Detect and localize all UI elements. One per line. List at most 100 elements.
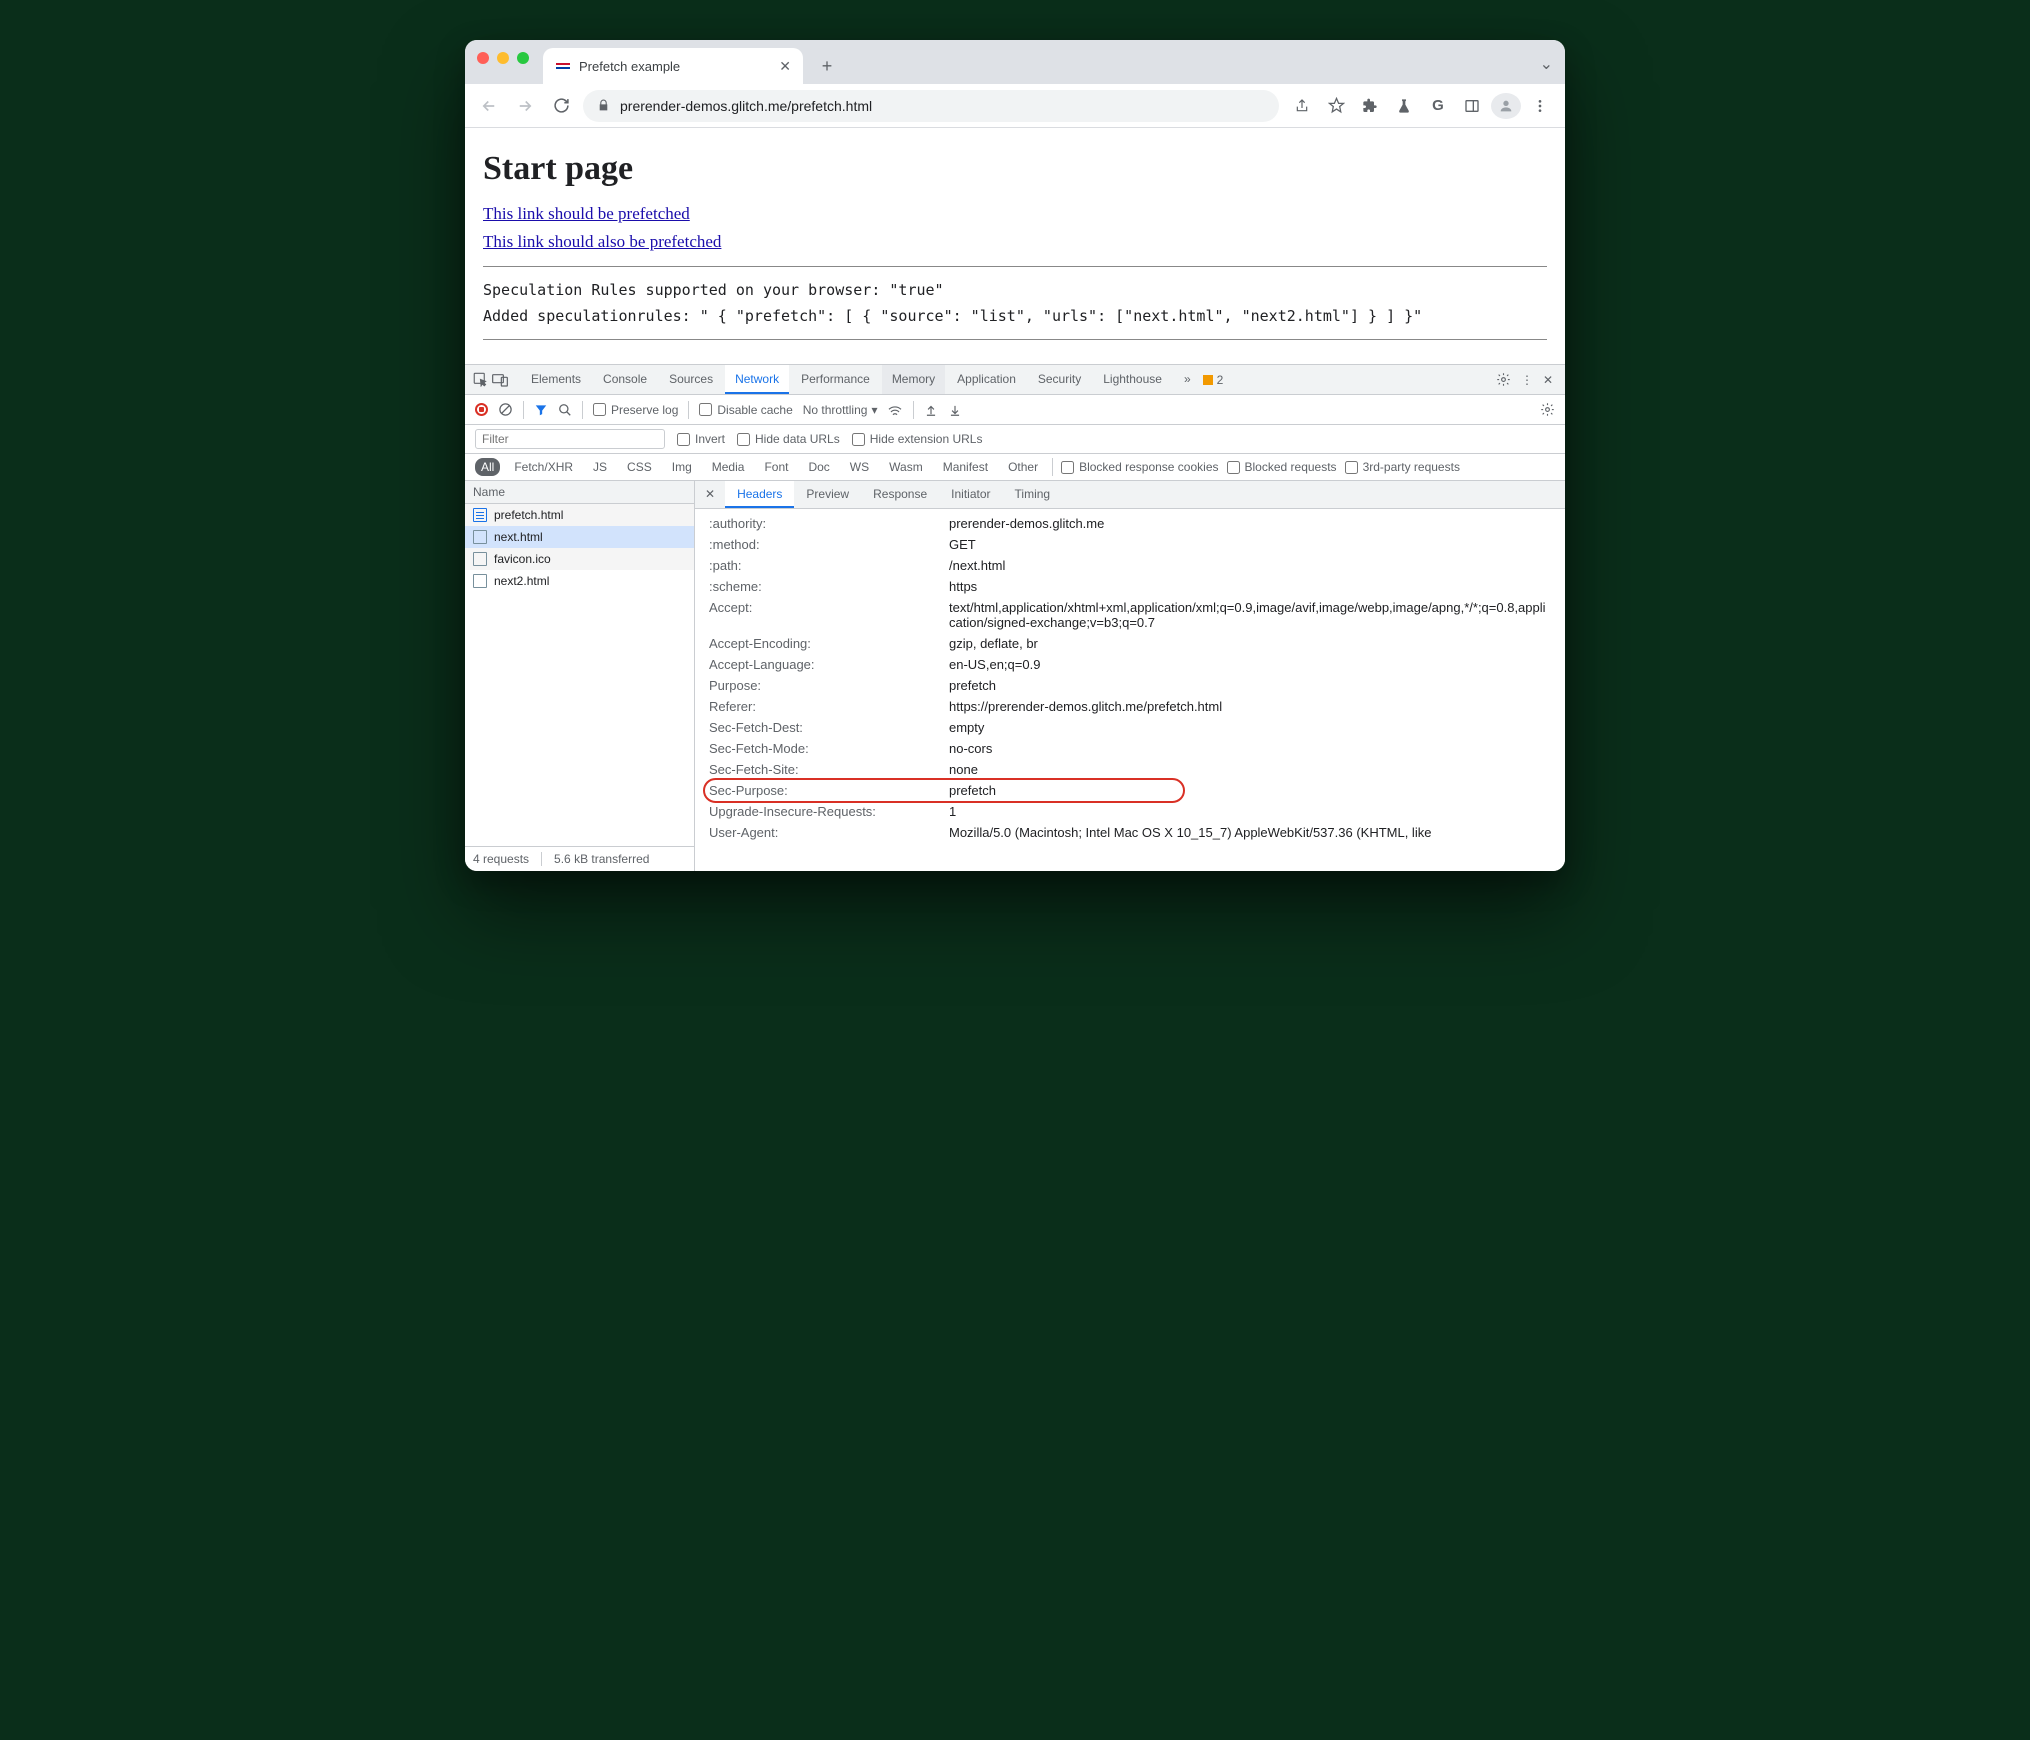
request-row[interactable]: prefetch.html	[465, 504, 694, 526]
file-icon	[473, 508, 487, 522]
type-font[interactable]: Font	[758, 458, 794, 476]
header-row: Upgrade-Insecure-Requests:1	[695, 801, 1565, 822]
header-value: prefetch	[949, 678, 996, 693]
hide-ext-checkbox[interactable]: Hide extension URLs	[852, 432, 983, 446]
network-toolbar: Preserve log Disable cache No throttling…	[465, 395, 1565, 425]
blocked-cookies-checkbox[interactable]: Blocked response cookies	[1061, 460, 1218, 474]
tab-memory[interactable]: Memory	[882, 365, 945, 394]
requests-header: Name	[465, 481, 694, 504]
type-img[interactable]: Img	[666, 458, 698, 476]
hide-data-checkbox[interactable]: Hide data URLs	[737, 432, 840, 446]
record-button[interactable]	[475, 403, 488, 416]
address-bar[interactable]: prerender-demos.glitch.me/prefetch.html	[583, 90, 1279, 122]
request-row[interactable]: favicon.ico	[465, 548, 694, 570]
type-ws[interactable]: WS	[844, 458, 875, 476]
back-button[interactable]	[475, 92, 503, 120]
invert-checkbox[interactable]: Invert	[677, 432, 725, 446]
preserve-log-checkbox[interactable]: Preserve log	[593, 403, 678, 417]
header-value: /next.html	[949, 558, 1005, 573]
profile-avatar[interactable]	[1491, 93, 1521, 119]
header-value: gzip, deflate, br	[949, 636, 1038, 651]
detail-tab-timing[interactable]: Timing	[1003, 481, 1063, 508]
search-icon[interactable]	[558, 403, 572, 417]
header-name: Purpose:	[709, 678, 949, 693]
issues-badge[interactable]: 2	[1203, 373, 1224, 387]
close-tab-icon[interactable]: ✕	[779, 58, 791, 75]
titlebar: Prefetch example ✕ + ⌄	[465, 40, 1565, 84]
new-tab-button[interactable]: +	[813, 52, 841, 80]
download-har-icon[interactable]	[948, 403, 962, 417]
close-devtools-icon[interactable]: ✕	[1543, 373, 1553, 387]
minimize-window[interactable]	[497, 52, 509, 64]
kebab-icon[interactable]: ⋮	[1521, 373, 1533, 387]
prefetch-link-2[interactable]: This link should also be prefetched	[483, 232, 1547, 252]
labs-icon[interactable]	[1389, 92, 1419, 120]
upload-har-icon[interactable]	[924, 403, 938, 417]
google-icon[interactable]: G	[1423, 92, 1453, 120]
headers-list: :authority:prerender-demos.glitch.me:met…	[695, 509, 1565, 871]
header-name: User-Agent:	[709, 825, 949, 840]
tab-network[interactable]: Network	[725, 365, 789, 394]
detail-tab-response[interactable]: Response	[861, 481, 939, 508]
close-detail-icon[interactable]: ✕	[695, 481, 725, 508]
menu-icon[interactable]	[1525, 92, 1555, 120]
network-main: Name prefetch.html next.html favicon.ico…	[465, 481, 1565, 871]
inspect-icon[interactable]	[471, 372, 489, 387]
tab-elements[interactable]: Elements	[521, 365, 591, 394]
request-row[interactable]: next.html	[465, 526, 694, 548]
throttling-select[interactable]: No throttling ▾	[803, 403, 878, 417]
reload-button[interactable]	[547, 92, 575, 120]
header-value: empty	[949, 720, 984, 735]
type-css[interactable]: CSS	[621, 458, 658, 476]
third-party-checkbox[interactable]: 3rd-party requests	[1345, 460, 1460, 474]
filter-input[interactable]	[475, 429, 665, 449]
detail-tab-preview[interactable]: Preview	[794, 481, 861, 508]
more-tabs-icon[interactable]: »	[1174, 365, 1201, 394]
page-content: Start page This link should be prefetche…	[465, 128, 1565, 364]
toolbar-actions: G	[1287, 92, 1555, 120]
network-settings-icon[interactable]	[1540, 402, 1555, 417]
header-value: text/html,application/xhtml+xml,applicat…	[949, 600, 1551, 630]
divider	[483, 339, 1547, 340]
network-conditions-icon[interactable]	[887, 403, 903, 417]
blocked-req-checkbox[interactable]: Blocked requests	[1227, 460, 1337, 474]
tab-security[interactable]: Security	[1028, 365, 1091, 394]
tabs-dropdown-icon[interactable]: ⌄	[1540, 54, 1553, 74]
speculation-status: Speculation Rules supported on your brow…	[483, 281, 1547, 299]
gear-icon[interactable]	[1496, 372, 1511, 387]
bookmark-icon[interactable]	[1321, 92, 1351, 120]
clear-icon[interactable]	[498, 402, 513, 417]
request-row[interactable]: next2.html	[465, 570, 694, 592]
device-icon[interactable]	[491, 373, 509, 387]
type-media[interactable]: Media	[706, 458, 751, 476]
disable-cache-checkbox[interactable]: Disable cache	[699, 403, 792, 417]
filter-icon[interactable]	[534, 403, 548, 417]
tab-application[interactable]: Application	[947, 365, 1026, 394]
header-name: Accept-Language:	[709, 657, 949, 672]
type-wasm[interactable]: Wasm	[883, 458, 929, 476]
type-all[interactable]: All	[475, 458, 500, 476]
tab-performance[interactable]: Performance	[791, 365, 880, 394]
header-name: :authority:	[709, 516, 949, 531]
divider	[483, 266, 1547, 267]
prefetch-link-1[interactable]: This link should be prefetched	[483, 204, 1547, 224]
type-manifest[interactable]: Manifest	[937, 458, 994, 476]
tab-console[interactable]: Console	[593, 365, 657, 394]
browser-tab[interactable]: Prefetch example ✕	[543, 48, 803, 84]
close-window[interactable]	[477, 52, 489, 64]
detail-tab-initiator[interactable]: Initiator	[939, 481, 1002, 508]
share-icon[interactable]	[1287, 92, 1317, 120]
type-doc[interactable]: Doc	[802, 458, 835, 476]
type-other[interactable]: Other	[1002, 458, 1044, 476]
maximize-window[interactable]	[517, 52, 529, 64]
header-row: Accept-Language:en-US,en;q=0.9	[695, 654, 1565, 675]
tab-sources[interactable]: Sources	[659, 365, 723, 394]
detail-tab-headers[interactable]: Headers	[725, 481, 794, 508]
header-row: :scheme:https	[695, 576, 1565, 597]
extensions-icon[interactable]	[1355, 92, 1385, 120]
sidepanel-icon[interactable]	[1457, 92, 1487, 120]
type-js[interactable]: JS	[587, 458, 613, 476]
forward-button[interactable]	[511, 92, 539, 120]
tab-lighthouse[interactable]: Lighthouse	[1093, 365, 1172, 394]
type-fetch[interactable]: Fetch/XHR	[508, 458, 579, 476]
